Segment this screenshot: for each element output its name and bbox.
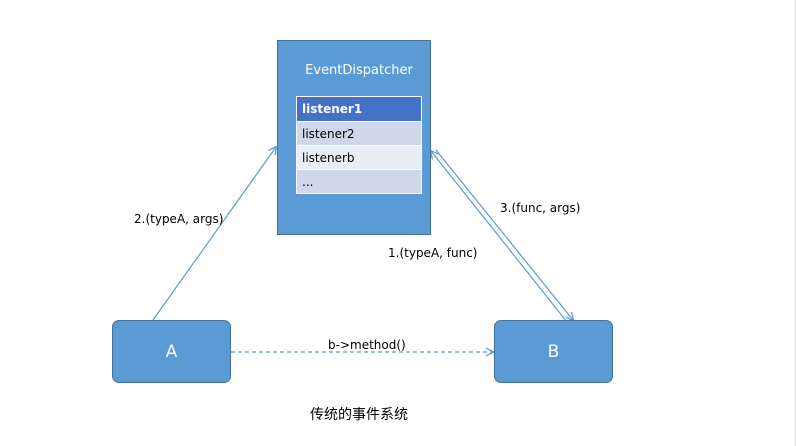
- listener-row: listenerb: [297, 145, 421, 169]
- node-a: A: [112, 320, 231, 383]
- node-a-label: A: [165, 341, 178, 362]
- edge-label-dispatcher-to-b: 3.(func, args): [500, 201, 581, 215]
- listener-row-header: listener1: [297, 97, 421, 121]
- edge-label-b-to-dispatcher: 1.(typeA, func): [388, 246, 478, 260]
- event-dispatcher-box: EventDispatcher listener1 listener2 list…: [277, 40, 431, 235]
- arrow-a-to-dispatcher: [152, 147, 276, 321]
- diagram-caption: 传统的事件系统: [310, 407, 408, 423]
- arrow-dispatcher-to-b: [435, 149, 573, 320]
- edge-label-a-to-b: b->method(): [328, 338, 406, 352]
- edge-label-a-to-dispatcher: 2.(typeA, args): [134, 212, 224, 226]
- event-dispatcher-title: EventDispatcher: [305, 63, 413, 78]
- arrow-b-to-dispatcher: [431, 151, 568, 323]
- listener-row: ...: [297, 169, 421, 193]
- node-b-label: B: [547, 341, 560, 362]
- listener-row: listener2: [297, 121, 421, 145]
- node-b: B: [494, 320, 613, 383]
- listener-table: listener1 listener2 listenerb ...: [296, 96, 422, 194]
